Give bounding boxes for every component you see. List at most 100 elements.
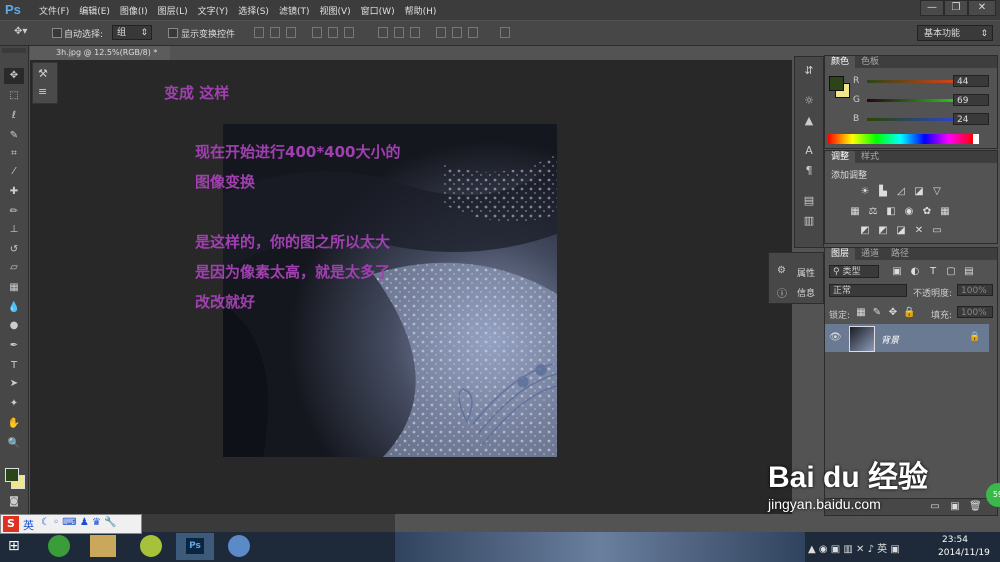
red-input[interactable]: 44 (953, 75, 989, 87)
maximize-button[interactable]: ❐ (944, 0, 968, 16)
auto-select-checkbox[interactable] (52, 28, 62, 38)
tab-styles[interactable]: 样式 (855, 151, 885, 163)
eyedropper-tool-icon[interactable]: ⁄ (4, 164, 24, 180)
hand-tool-icon[interactable]: ✋ (4, 416, 24, 432)
new-layer-icon[interactable]: ▣ (949, 501, 961, 513)
pen-tool-icon[interactable]: ✒ (4, 338, 24, 354)
tab-paths[interactable]: 路径 (885, 248, 915, 260)
info-icon[interactable]: ⓘ (777, 285, 787, 300)
shape-tool-icon[interactable]: ✦ (4, 396, 24, 412)
color-balance-icon[interactable]: ⚖ (867, 206, 879, 218)
distribute-bottom-icon[interactable] (410, 27, 420, 38)
gradient-map-icon[interactable]: ▭ (931, 225, 943, 237)
filter-shape-icon[interactable]: ▢ (945, 266, 957, 278)
windows-start-icon[interactable]: ⊞ (8, 538, 20, 554)
document-tab[interactable]: 3h.jpg @ 12.5%(RGB/8) * (30, 46, 170, 60)
selective-color-icon[interactable]: ✕ (913, 225, 925, 237)
ie-icon[interactable] (48, 535, 70, 557)
character-icon[interactable]: A (801, 143, 817, 159)
quick-select-tool-icon[interactable]: ✎ (4, 128, 24, 144)
lock-all-icon[interactable]: 🔒 (903, 307, 915, 319)
paint-bucket-tool-icon[interactable]: ▦ (4, 280, 24, 296)
filter-adjustment-icon[interactable]: ◐ (909, 266, 921, 278)
clone-source-icon[interactable]: ▥ (801, 213, 817, 229)
menu-help[interactable]: 帮助(H) (400, 4, 442, 17)
hue-saturation-icon[interactable]: ▦ (849, 206, 861, 218)
opacity-input[interactable]: 100% (957, 284, 993, 296)
distribute-left-icon[interactable] (436, 27, 446, 38)
move-tool-icon[interactable]: ✥ (4, 68, 24, 84)
align-top-icon[interactable] (254, 27, 264, 38)
ime-mode-label[interactable]: 英 (23, 517, 34, 533)
menu-layer[interactable]: 图层(L) (153, 4, 193, 17)
eye-icon[interactable]: 👁 (829, 332, 842, 343)
filter-pixel-icon[interactable]: ▣ (891, 266, 903, 278)
auto-select-dropdown[interactable]: 组 ⇕ (112, 25, 152, 40)
tool-presets-icon[interactable]: ⚒ (38, 67, 48, 80)
lock-position-icon[interactable]: ✥ (887, 307, 899, 319)
tab-color[interactable]: 颜色 (825, 56, 856, 68)
paragraph-icon[interactable]: ¶ (801, 163, 817, 179)
browser-icon[interactable] (140, 535, 162, 557)
green-input[interactable]: 69 (953, 94, 989, 106)
align-bottom-icon[interactable] (286, 27, 296, 38)
delete-layer-icon[interactable]: 🗑 (969, 501, 982, 513)
distribute-top-icon[interactable] (378, 27, 388, 38)
menu-image[interactable]: 图像(I) (115, 4, 153, 17)
photoshop-taskbar-button[interactable]: Ps (176, 533, 214, 560)
menu-file[interactable]: 文件(F) (34, 4, 74, 17)
menu-filter[interactable]: 滤镜(T) (274, 4, 315, 17)
distribute-vcenter-icon[interactable] (394, 27, 404, 38)
path-select-tool-icon[interactable]: ➤ (4, 376, 24, 392)
history-icon[interactable]: ⇵ (801, 63, 817, 79)
info-label[interactable]: 信息 (797, 286, 815, 299)
auto-align-icon[interactable] (500, 27, 510, 38)
filter-smart-icon[interactable]: ▤ (963, 266, 975, 278)
dodge-tool-icon[interactable]: ● (4, 318, 24, 334)
align-right-icon[interactable] (344, 27, 354, 38)
close-button[interactable]: ✕ (968, 0, 996, 16)
menu-edit[interactable]: 编辑(E) (74, 4, 115, 17)
type-tool-icon[interactable]: T (4, 358, 24, 374)
photo-filter-icon[interactable]: ◉ (903, 206, 915, 218)
brush-presets-icon[interactable]: ≡ (38, 85, 47, 98)
healing-brush-tool-icon[interactable]: ✚ (4, 184, 24, 200)
align-vcenter-icon[interactable] (270, 27, 280, 38)
curves-icon[interactable]: ◿ (895, 186, 907, 198)
clock-time[interactable]: 23:54 (942, 535, 968, 545)
black-white-icon[interactable]: ◧ (885, 206, 897, 218)
workspace-dropdown[interactable]: 基本功能 ⇕ (917, 25, 993, 41)
filter-type-icon[interactable]: T (927, 266, 939, 278)
align-hcenter-icon[interactable] (328, 27, 338, 38)
eraser-tool-icon[interactable]: ▱ (4, 260, 24, 276)
tab-layers[interactable]: 图层 (825, 248, 856, 260)
color-lookup-icon[interactable]: ▦ (939, 206, 951, 218)
move-tool-icon[interactable]: ✥▾ (14, 26, 27, 37)
minimize-button[interactable]: — (920, 0, 944, 16)
paint-icon[interactable] (228, 535, 250, 557)
clone-stamp-tool-icon[interactable]: ⊥ (4, 222, 24, 238)
sogou-logo-icon[interactable]: S (3, 516, 19, 532)
quick-mask-icon[interactable]: ◙ (4, 494, 24, 510)
tab-adjustments[interactable]: 调整 (825, 151, 856, 163)
histogram-icon[interactable]: ▲ (801, 113, 817, 129)
properties-icon[interactable]: ⚙ (777, 265, 786, 276)
notes-icon[interactable]: ▤ (801, 193, 817, 209)
blend-mode-dropdown[interactable]: 正常 (829, 284, 907, 297)
lock-transparent-icon[interactable]: ▦ (855, 307, 867, 319)
levels-icon[interactable]: ▙ (877, 186, 889, 198)
invert-icon[interactable]: ◩ (859, 225, 871, 237)
align-left-icon[interactable] (312, 27, 322, 38)
blue-input[interactable]: 24 (953, 113, 989, 125)
layer-row[interactable]: 👁 背景 🔒 (825, 324, 989, 352)
distribute-hcenter-icon[interactable] (452, 27, 462, 38)
lasso-tool-icon[interactable]: ℓ (4, 108, 24, 124)
ime-tools-icons[interactable]: ☾ ◦ ⌨ ♟ ♛ 🔧 (41, 517, 117, 528)
color-spectrum-bar[interactable] (828, 134, 973, 144)
toolbar-grip[interactable] (2, 48, 26, 53)
brush-tool-icon[interactable]: ✏ (4, 204, 24, 220)
vibrance-icon[interactable]: ▽ (931, 186, 943, 198)
fill-input[interactable]: 100% (957, 306, 993, 318)
menu-view[interactable]: 视图(V) (314, 4, 355, 17)
properties-label[interactable]: 属性 (797, 266, 815, 279)
